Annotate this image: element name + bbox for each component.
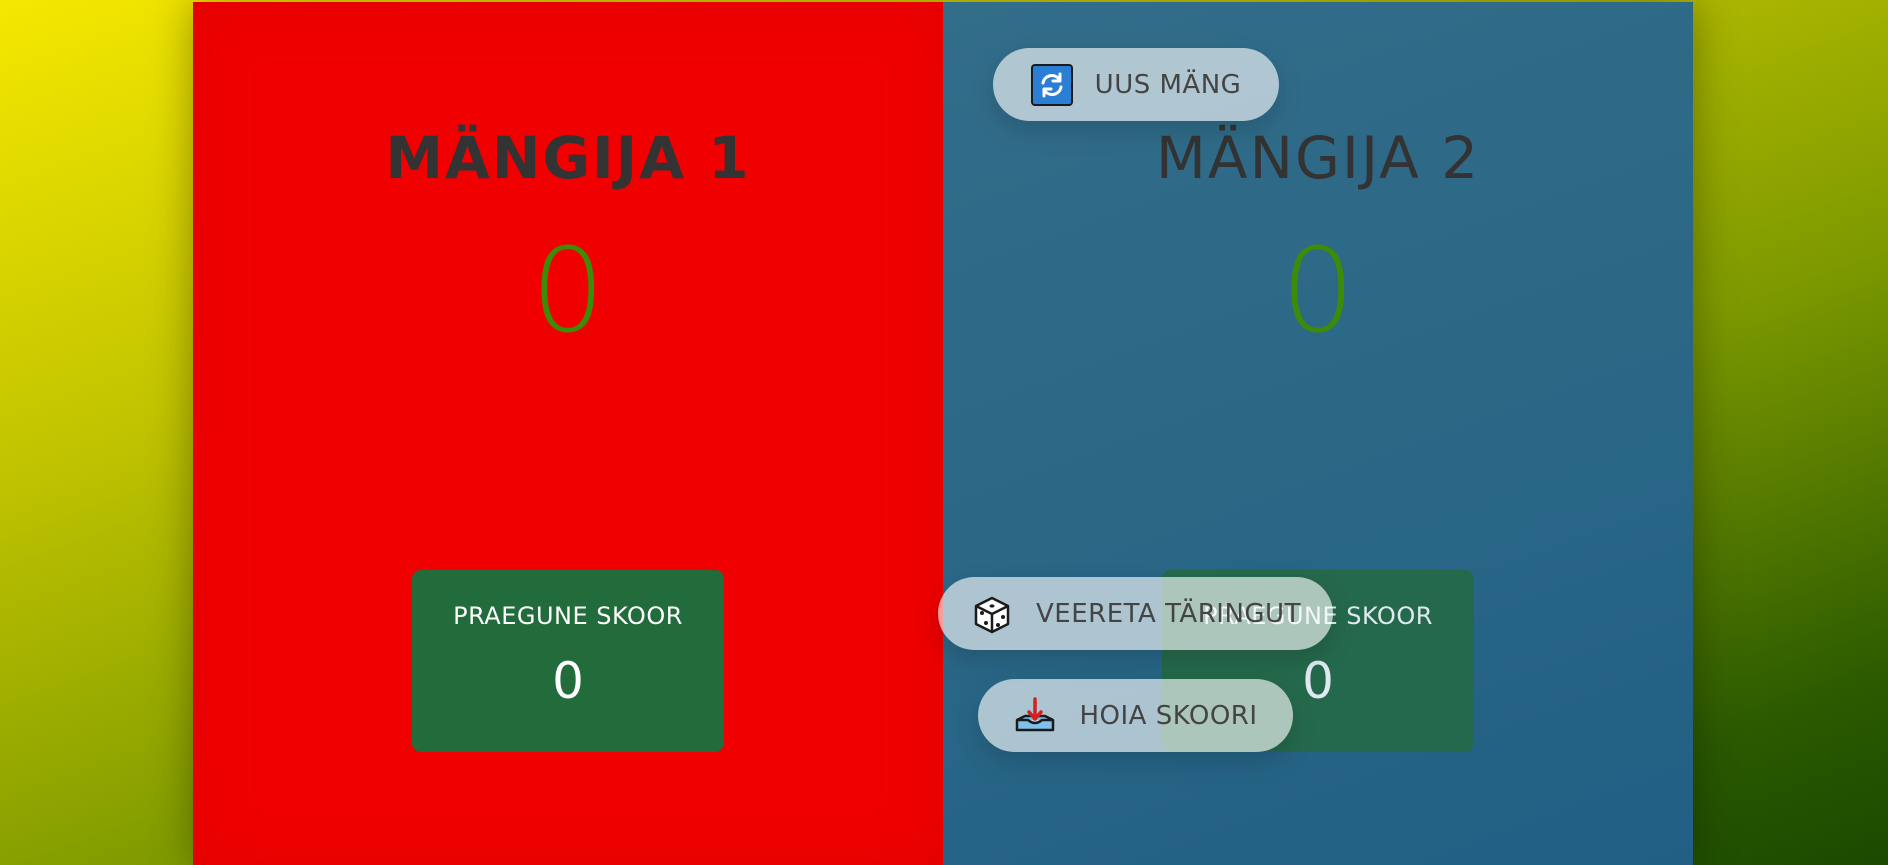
player-2-name: MÄNGIJA 2 xyxy=(1155,124,1481,192)
player-1-panel: MÄNGIJA 1 0 PRAEGUNE SKOOR 0 xyxy=(193,2,943,865)
hold-label: HOIA SKOORI xyxy=(1079,700,1258,731)
player-1-total-score: 0 xyxy=(531,224,605,359)
player-2-total-score: 0 xyxy=(1281,224,1355,359)
roll-dice-button[interactable]: VEERETA TÄRINGUT xyxy=(938,577,1333,650)
player-1-current-box: PRAEGUNE SKOOR 0 xyxy=(412,570,724,752)
inbox-download-icon xyxy=(1013,696,1057,736)
player-1-name: MÄNGIJA 1 xyxy=(385,124,751,192)
game-board: MÄNGIJA 1 0 PRAEGUNE SKOOR 0 MÄNGIJA 2 0… xyxy=(193,2,1693,865)
dice-icon xyxy=(970,592,1014,636)
new-game-label: UUS MÄNG xyxy=(1094,69,1242,100)
roll-dice-label: VEERETA TÄRINGUT xyxy=(1036,598,1301,629)
player-1-current-score: 0 xyxy=(552,652,584,710)
refresh-icon xyxy=(1030,63,1073,106)
hold-button[interactable]: HOIA SKOORI xyxy=(978,679,1293,752)
player-1-current-label: PRAEGUNE SKOOR xyxy=(453,602,683,630)
new-game-button[interactable]: UUS MÄNG xyxy=(993,48,1279,121)
